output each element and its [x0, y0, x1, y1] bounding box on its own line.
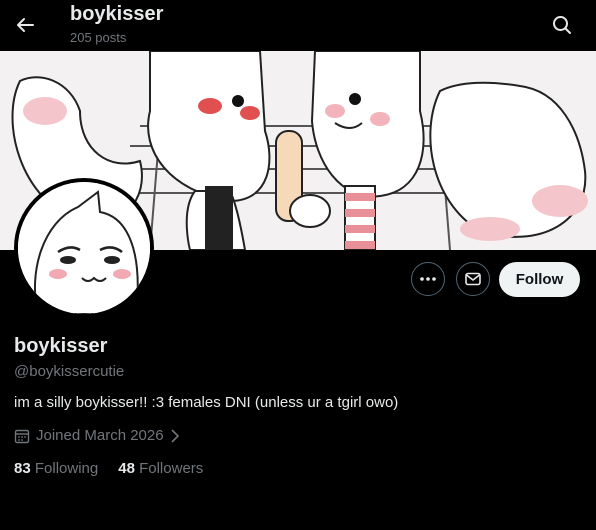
top-bar: boykisser 205 posts — [0, 0, 596, 51]
following-label: Following — [34, 460, 99, 477]
page-title: boykisser — [70, 3, 164, 25]
calendar-icon — [14, 429, 30, 443]
bio-text: im a silly boykisser!! :3 females DNI (u… — [14, 394, 399, 411]
followers-link[interactable]: 48 Followers — [118, 460, 203, 477]
more-icon — [420, 277, 436, 281]
followers-label: Followers — [139, 460, 204, 477]
followers-count: 48 — [118, 460, 135, 477]
back-button[interactable] — [8, 8, 42, 42]
avatar[interactable] — [14, 178, 154, 318]
following-count: 83 — [14, 460, 31, 477]
message-button[interactable] — [456, 262, 490, 296]
avatar-image — [18, 182, 150, 314]
display-name: boykisser — [14, 335, 108, 357]
more-button[interactable] — [411, 262, 445, 296]
following-link[interactable]: 83 Following — [14, 460, 98, 477]
joined-text: Joined March 2026 — [36, 427, 164, 444]
search-icon — [553, 16, 571, 34]
search-button[interactable] — [545, 8, 579, 42]
user-handle: @boykissercutie — [14, 363, 125, 380]
envelope-icon — [465, 272, 481, 286]
post-count: 205 posts — [70, 30, 127, 45]
follow-stats: 83 Following 48 Followers — [14, 460, 203, 477]
avatar-illustration — [18, 182, 150, 314]
joined-date[interactable]: Joined March 2026 — [14, 427, 180, 444]
chevron-right-icon — [171, 428, 179, 443]
follow-button[interactable]: Follow — [499, 262, 580, 297]
arrow-left-icon — [17, 18, 34, 32]
